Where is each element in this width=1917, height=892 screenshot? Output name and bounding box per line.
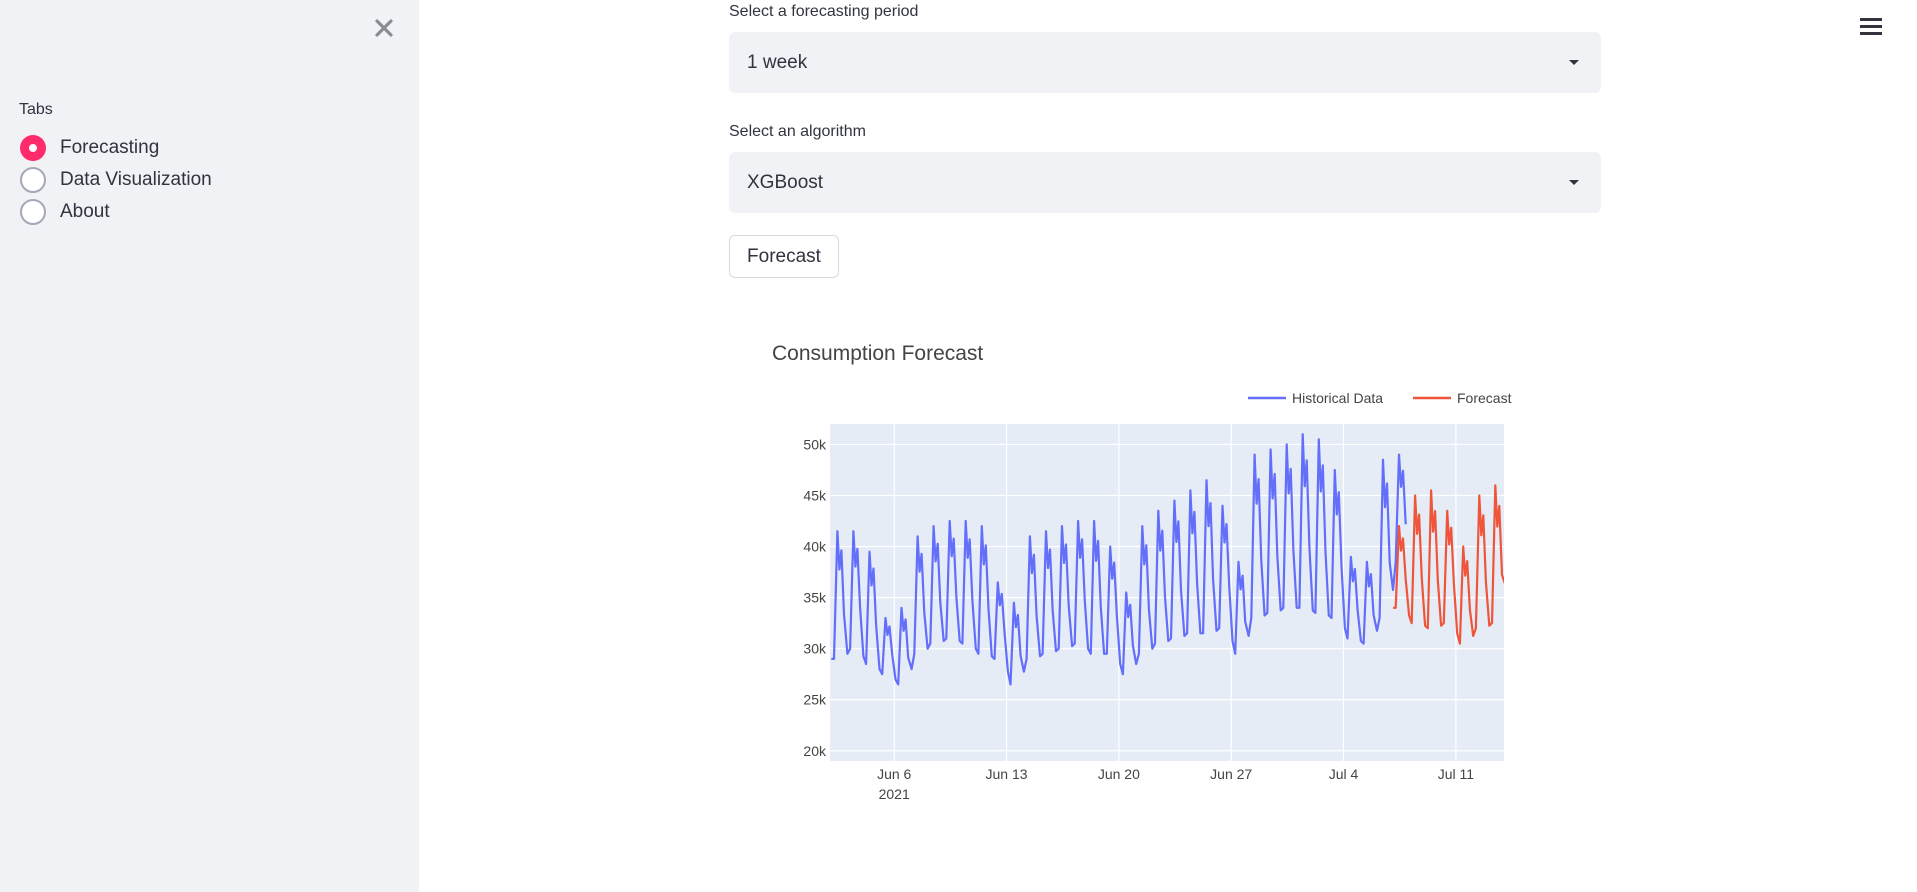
x-tick-label: Jun 6 xyxy=(877,766,911,782)
tabs-label: Tabs xyxy=(19,101,53,118)
tab-radio-about[interactable]: About xyxy=(20,197,110,227)
y-tick-label: 45k xyxy=(803,487,827,503)
tab-label: Data Visualization xyxy=(60,169,212,190)
caret-down-icon xyxy=(1569,180,1579,185)
x-tick-label: Jun 27 xyxy=(1210,766,1252,782)
period-select[interactable]: 1 week xyxy=(729,32,1601,93)
chart-title: Consumption Forecast xyxy=(772,342,984,365)
y-tick-label: 35k xyxy=(803,590,827,606)
tab-label: Forecasting xyxy=(60,137,160,158)
algorithm-select[interactable]: XGBoost xyxy=(729,152,1601,213)
close-icon xyxy=(375,19,393,37)
algorithm-select-value: XGBoost xyxy=(747,171,824,193)
algorithm-select-label: Select an algorithm xyxy=(729,123,866,140)
x-year-label: 2021 xyxy=(879,786,910,802)
radio-button-selected[interactable] xyxy=(20,135,46,161)
period-select-value: 1 week xyxy=(747,51,808,73)
caret-down-icon xyxy=(1569,60,1579,65)
main-menu-button[interactable] xyxy=(1860,18,1882,38)
y-tick-label: 50k xyxy=(803,436,827,452)
y-tick-label: 30k xyxy=(803,641,827,657)
legend-forecast-label: Forecast xyxy=(1457,390,1512,406)
hamburger-menu-icon xyxy=(1860,18,1882,35)
x-tick-label: Jun 20 xyxy=(1098,766,1140,782)
x-tick-label: Jul 4 xyxy=(1329,766,1359,782)
sidebar: Tabs Forecasting Data Visualization Abou… xyxy=(0,0,419,892)
period-select-label: Select a forecasting period xyxy=(729,3,919,20)
tab-radio-forecasting[interactable]: Forecasting xyxy=(20,133,159,163)
tab-radio-data-visualization[interactable]: Data Visualization xyxy=(20,165,212,195)
consumption-forecast-chart: 20k 25k 30k 35k 40k 45k 50k Jun 6 Jun 13 Jun 20 Ju… xyxy=(803,390,1512,802)
radio-button[interactable] xyxy=(20,199,46,225)
y-tick-label: 25k xyxy=(803,692,827,708)
y-tick-label: 20k xyxy=(803,743,827,759)
tab-label: About xyxy=(60,201,110,222)
y-tick-label: 40k xyxy=(803,539,827,555)
x-tick-label: Jun 13 xyxy=(986,766,1028,782)
legend-historical-label: Historical Data xyxy=(1292,390,1383,406)
close-sidebar-button[interactable] xyxy=(372,16,396,40)
radio-button[interactable] xyxy=(20,167,46,193)
forecast-button[interactable]: Forecast xyxy=(729,235,839,278)
x-tick-label: Jul 11 xyxy=(1438,766,1475,782)
